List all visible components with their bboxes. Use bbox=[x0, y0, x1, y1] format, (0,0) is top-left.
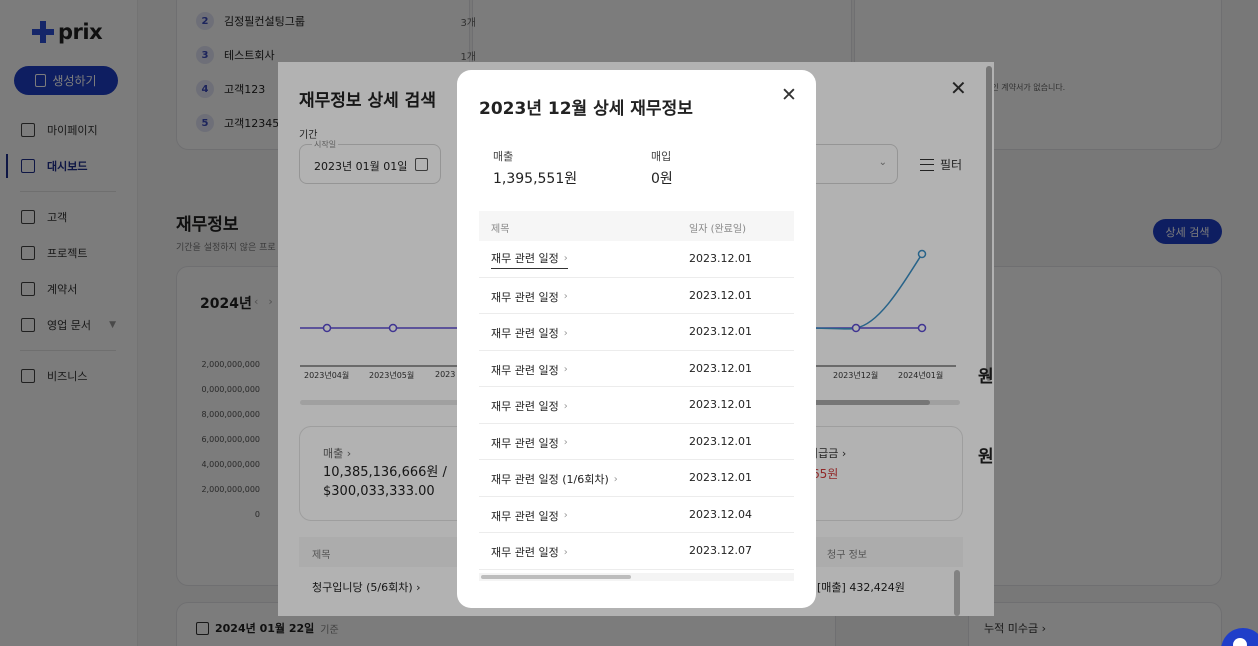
column-header: 제목 bbox=[491, 224, 510, 235]
modal-title: 2023년 12월 상세 재무정보 bbox=[479, 99, 693, 119]
sales-value: 1,395,551원 bbox=[493, 171, 578, 187]
row-date: 2023.12.01 bbox=[689, 434, 752, 448]
row-title: 재무 관련 일정 › bbox=[491, 250, 568, 269]
table-row[interactable]: 재무 관련 일정 › 2023.12.07 bbox=[479, 533, 794, 570]
row-title: 재무 관련 일정 › bbox=[491, 362, 568, 378]
chevron-right-icon: › bbox=[563, 327, 568, 339]
close-icon[interactable]: ✕ bbox=[781, 84, 797, 106]
row-date: 2023.12.04 bbox=[689, 507, 752, 521]
purchase-stat: 매입 0원 bbox=[651, 148, 673, 188]
row-title-text: 재무 관련 일정 bbox=[491, 290, 559, 304]
sales-label: 매출 bbox=[493, 150, 514, 163]
table-row[interactable]: 재무 관련 일정 › 2023.12.01 bbox=[479, 314, 794, 351]
row-title: 재무 관련 일정 (1/6회차) › bbox=[491, 471, 618, 487]
scrollbar-thumb[interactable] bbox=[481, 575, 631, 579]
row-title-text: 재무 관련 일정 bbox=[491, 400, 559, 413]
purchase-value: 0원 bbox=[651, 171, 673, 187]
monthly-detail-modal: 2023년 12월 상세 재무정보 ✕ 매출 1,395,551원 매입 0원 … bbox=[457, 70, 816, 608]
purchase-label: 매입 bbox=[651, 150, 672, 163]
chevron-right-icon: › bbox=[613, 473, 618, 485]
row-title-text: 재무 관련 일정 bbox=[491, 436, 559, 450]
table-horizontal-scrollbar[interactable] bbox=[479, 573, 794, 581]
row-title-text: 재무 관련 일정 (1/6회차) bbox=[491, 473, 609, 486]
chevron-right-icon: › bbox=[563, 291, 568, 302]
row-title-text: 재무 관련 일정 bbox=[491, 327, 559, 340]
chevron-right-icon: › bbox=[563, 510, 568, 521]
row-date: 2023.12.01 bbox=[689, 325, 752, 338]
table-header: 제목 일자 (완료일) bbox=[479, 211, 794, 241]
chevron-right-icon: › bbox=[563, 437, 568, 448]
row-date: 2023.12.01 bbox=[689, 361, 752, 375]
row-title-text: 재무 관련 일정 bbox=[491, 363, 559, 377]
row-title: 재무 관련 일정 › bbox=[491, 435, 568, 451]
row-title: 재무 관련 일정 › bbox=[491, 398, 568, 414]
chevron-right-icon: › bbox=[563, 364, 568, 375]
sales-stat: 매출 1,395,551원 bbox=[493, 148, 577, 188]
row-title-text: 재무 관련 일정 bbox=[491, 546, 559, 559]
row-date: 2023.12.01 bbox=[689, 288, 752, 302]
table-row[interactable]: 재무 관련 일정 › 2023.12.04 bbox=[479, 497, 794, 533]
column-header: 일자 (완료일) bbox=[689, 224, 746, 235]
row-title: 재무 관련 일정 › bbox=[491, 508, 568, 524]
row-date: 2023.12.01 bbox=[689, 471, 752, 484]
table-row[interactable]: 재무 관련 일정 › 2023.12.01 bbox=[479, 424, 794, 460]
chevron-right-icon: › bbox=[563, 546, 568, 558]
row-title: 재무 관련 일정 › bbox=[491, 289, 568, 305]
row-title: 재무 관련 일정 › bbox=[491, 544, 568, 560]
table-row[interactable]: 재무 관련 일정 › 2023.12.01 bbox=[479, 387, 794, 424]
row-title-text: 재무 관련 일정 bbox=[491, 509, 559, 523]
table-row[interactable]: 재무 관련 일정 (1/6회차) › 2023.12.01 bbox=[479, 460, 794, 497]
chevron-right-icon: › bbox=[563, 252, 568, 264]
chevron-right-icon: › bbox=[563, 400, 568, 412]
row-title: 재무 관련 일정 › bbox=[491, 325, 568, 341]
detail-table: 제목 일자 (완료일) 재무 관련 일정 › 2023.12.01 재무 관련 일… bbox=[479, 211, 794, 570]
row-date: 2023.12.07 bbox=[689, 544, 752, 557]
row-title-text: 재무 관련 일정 bbox=[491, 252, 559, 265]
table-row[interactable]: 재무 관련 일정 › 2023.12.01 bbox=[479, 241, 794, 278]
table-row[interactable]: 재무 관련 일정 › 2023.12.01 bbox=[479, 351, 794, 387]
row-date: 2023.12.01 bbox=[689, 398, 752, 411]
table-row[interactable]: 재무 관련 일정 › 2023.12.01 bbox=[479, 278, 794, 314]
row-date: 2023.12.01 bbox=[689, 252, 752, 265]
